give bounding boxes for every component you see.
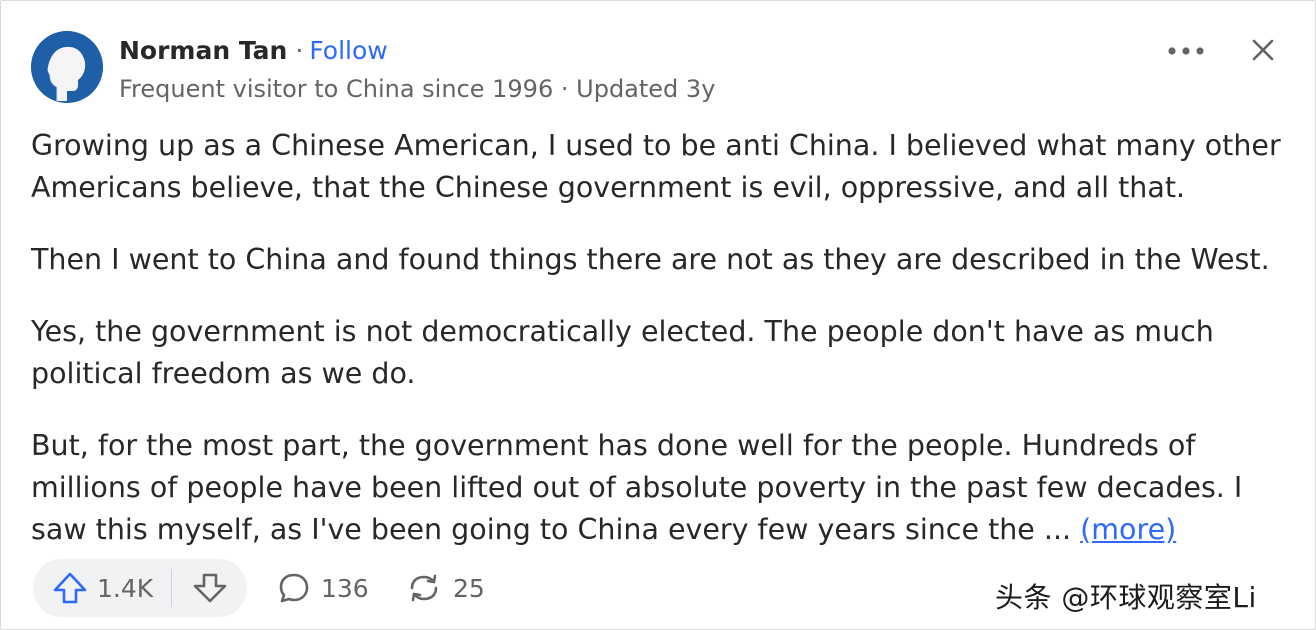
comment-count: 136 [321, 573, 369, 603]
downvote-button[interactable] [185, 559, 235, 617]
upvote-arrow-icon [53, 572, 87, 604]
answer-content: Growing up as a Chinese American, I used… [31, 125, 1293, 551]
updated-timestamp[interactable]: Updated 3y [576, 75, 715, 103]
answer-paragraph: Growing up as a Chinese American, I used… [31, 129, 1281, 204]
profile-silhouette-icon [31, 31, 103, 103]
answer-paragraph-last: But, for the most part, the government h… [31, 425, 1293, 551]
upvote-count: 1.4K [97, 573, 154, 603]
share-button[interactable]: 25 [405, 559, 485, 617]
share-cycle-icon [410, 574, 438, 602]
author-name[interactable]: Norman Tan [119, 36, 287, 65]
upvote-button[interactable]: 1.4K [51, 559, 153, 617]
vote-divider [171, 569, 172, 607]
answer-paragraph-text: But, for the most part, the government h… [31, 429, 1243, 546]
answer-card: Norman Tan · Follow Frequent visitor to Ch… [0, 0, 1316, 630]
close-icon [1252, 39, 1274, 61]
answer-paragraph: Yes, the government is not democraticall… [31, 315, 1214, 390]
watermark: 头条 @环球观察室Li [995, 581, 1257, 614]
more-link[interactable]: (more) [1080, 513, 1176, 546]
downvote-arrow-icon [193, 573, 227, 603]
byline: Frequent visitor to China since 1996 · U… [119, 73, 715, 105]
follow-button[interactable]: Follow [309, 36, 387, 65]
byline-separator: · [560, 75, 569, 103]
author-credential[interactable]: Frequent visitor to China since 1996 [119, 75, 553, 103]
vote-pill: 1.4K [33, 559, 247, 617]
more-options-button[interactable] [1165, 35, 1209, 67]
answer-paragraph: Then I went to China and found things th… [31, 243, 1270, 276]
comment-bubble-icon [279, 573, 309, 603]
share-count: 25 [453, 573, 485, 603]
author-line: Norman Tan · Follow [119, 35, 388, 67]
close-button[interactable] [1245, 35, 1281, 67]
more-horizontal-icon [1168, 47, 1204, 55]
author-separator: · [295, 36, 304, 65]
author-avatar[interactable] [31, 31, 103, 103]
comment-button[interactable]: 136 [277, 559, 369, 617]
